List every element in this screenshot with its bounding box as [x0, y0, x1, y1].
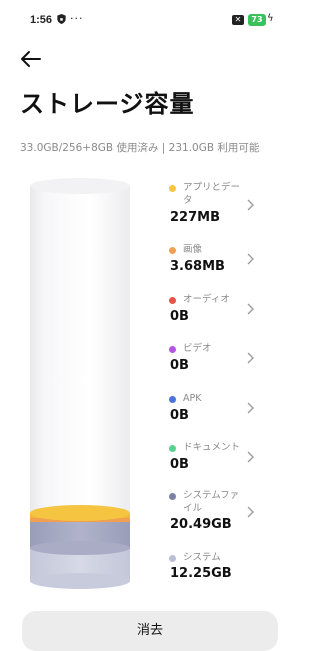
legend-item-apk[interactable]: APK 0B [165, 391, 265, 435]
legend-item-documents[interactable]: ドキュメント 0B [165, 440, 265, 484]
clear-button[interactable]: 消去 [22, 611, 278, 651]
apps-dot-icon [169, 185, 176, 192]
legend-label: システムファイル [183, 490, 240, 514]
legend-label: APK [183, 393, 202, 404]
chevron-right-icon [247, 451, 254, 463]
apk-dot-icon [169, 396, 176, 403]
legend-size: 0B [170, 309, 189, 324]
chevron-right-icon [247, 253, 254, 265]
chevron-right-icon [247, 506, 254, 518]
legend-size: 3.68MB [170, 259, 225, 274]
video-dot-icon [169, 346, 176, 353]
battery-icon: 73 [248, 14, 266, 26]
storage-cylinder [30, 178, 130, 589]
system-files-dot-icon [169, 493, 176, 500]
audio-dot-icon [169, 297, 176, 304]
back-arrow-icon[interactable] [20, 48, 42, 70]
chevron-right-icon [247, 352, 254, 364]
legend-item-apps[interactable]: アプリとデータ 227MB [165, 180, 265, 225]
legend-label: ドキュメント [183, 442, 241, 453]
legend-label: 画像 [183, 244, 203, 255]
legend-size: 20.49GB [170, 517, 232, 532]
legend-item-audio[interactable]: オーディオ 0B [165, 292, 265, 336]
legend-size: 0B [170, 408, 189, 423]
shield-icon [57, 14, 66, 24]
status-bar: 1:56 ··· ✕ 73 ϟ [0, 0, 300, 40]
legend-item-video[interactable]: ビデオ 0B [165, 341, 265, 385]
legend-size: 0B [170, 457, 189, 472]
legend-size: 0B [170, 358, 189, 373]
more-notifications-icon: ··· [70, 12, 84, 25]
legend-item-images[interactable]: 画像 3.68MB [165, 242, 265, 286]
chevron-right-icon [247, 402, 254, 414]
legend-size: 227MB [170, 210, 220, 225]
chevron-right-icon [247, 199, 254, 211]
legend-label: ビデオ [183, 343, 212, 354]
legend-item-system-files[interactable]: システムファイル 20.49GB [165, 488, 265, 532]
documents-dot-icon [169, 445, 176, 452]
no-sim-icon: ✕ [232, 15, 244, 25]
legend-label: アプリとデータ [183, 182, 241, 206]
chevron-right-icon [247, 303, 254, 315]
charging-icon: ϟ [267, 13, 274, 24]
page-title: ストレージ容量 [20, 90, 195, 118]
legend-size: 12.25GB [170, 566, 232, 581]
storage-summary: 33.0GB/256+8GB 使用済み | 231.0GB 利用可能 [20, 142, 260, 154]
legend-label: オーディオ [183, 294, 230, 305]
system-dot-icon [169, 555, 176, 562]
legend-label: システム [183, 552, 221, 563]
images-dot-icon [169, 247, 176, 254]
status-time: 1:56 [30, 14, 53, 26]
legend-item-system: システム 12.25GB [165, 550, 265, 594]
